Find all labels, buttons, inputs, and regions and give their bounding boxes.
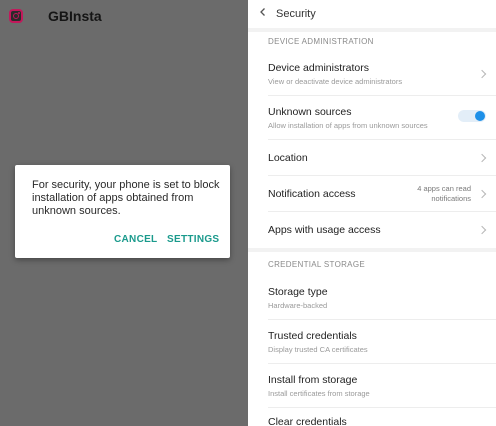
row-subtitle: View or deactivate device administrators (268, 77, 403, 86)
app-toolbar: GBInsta (0, 0, 248, 36)
row-title: Notification access (268, 188, 356, 200)
settings-button[interactable]: SETTINGS (167, 234, 219, 245)
toggle-knob (475, 111, 485, 121)
instagram-icon (9, 9, 23, 23)
row-subtitle: Hardware-backed (268, 301, 328, 310)
settings-row-notification-access[interactable]: Notification access 4 apps can read noti… (248, 176, 496, 212)
row-title: Trusted credentials (268, 330, 357, 342)
cancel-button[interactable]: CANCEL (114, 234, 157, 245)
settings-row-device-administrators[interactable]: Device administrators View or deactivate… (248, 52, 496, 96)
settings-row-trusted-credentials[interactable]: Trusted credentials Display trusted CA c… (248, 320, 496, 364)
row-title: Clear credentials (268, 416, 347, 426)
row-subtitle: Install certificates from storage (268, 389, 370, 398)
notification-access-count: 4 apps can read notifications (417, 184, 471, 203)
security-settings-screen: Security DEVICE ADMINISTRATION Device ad… (248, 0, 496, 426)
app-title: GBInsta (48, 8, 102, 24)
row-title: Apps with usage access (268, 224, 381, 236)
row-title: Install from storage (268, 374, 358, 386)
row-title: Device administrators (268, 62, 369, 74)
settings-row-clear-credentials[interactable]: Clear credentials (248, 408, 496, 426)
unknown-sources-toggle[interactable] (458, 110, 486, 122)
section-divider (248, 248, 496, 252)
app-background-screen: GBInsta For security, your phone is set … (0, 0, 248, 426)
security-alert-dialog: For security, your phone is set to block… (15, 165, 230, 258)
settings-row-apps-with-usage-access[interactable]: Apps with usage access (248, 212, 496, 248)
row-subtitle: Display trusted CA certificates (268, 345, 368, 354)
section-divider (248, 28, 496, 32)
settings-row-storage-type[interactable]: Storage type Hardware-backed (248, 276, 496, 320)
chevron-right-icon (477, 153, 487, 163)
settings-toolbar: Security (248, 0, 496, 28)
settings-row-location[interactable]: Location (248, 140, 496, 176)
row-title: Unknown sources (268, 106, 352, 118)
page-title: Security (276, 8, 316, 20)
chevron-right-icon (477, 225, 487, 235)
section-header-credential-storage: CREDENTIAL STORAGE (268, 260, 365, 269)
section-header-device-administration: DEVICE ADMINISTRATION (268, 37, 374, 46)
row-subtitle: Allow installation of apps from unknown … (268, 121, 428, 130)
chevron-left-icon[interactable] (259, 8, 267, 16)
row-title: Storage type (268, 286, 328, 298)
settings-row-install-from-storage[interactable]: Install from storage Install certificate… (248, 364, 496, 408)
chevron-right-icon (477, 189, 487, 199)
dialog-message: For security, your phone is set to block… (32, 179, 220, 217)
settings-row-unknown-sources[interactable]: Unknown sources Allow installation of ap… (248, 96, 496, 140)
row-title: Location (268, 152, 308, 164)
chevron-right-icon (477, 69, 487, 79)
